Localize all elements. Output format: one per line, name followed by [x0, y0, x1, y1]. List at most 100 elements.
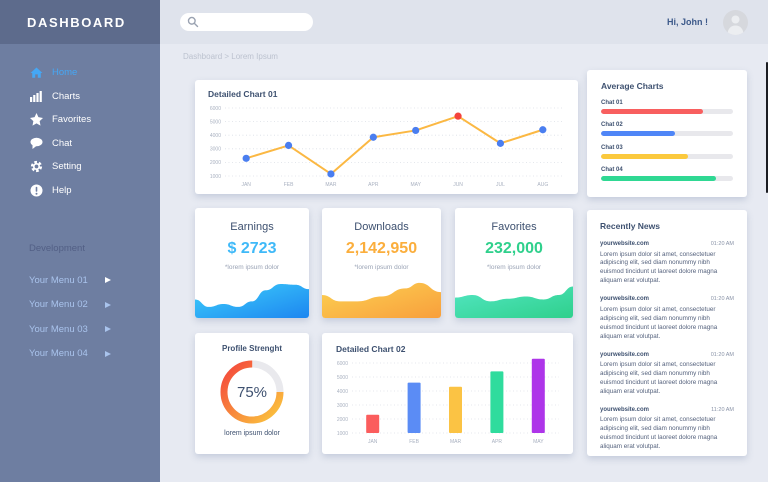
submenu-item-label: Your Menu 03	[29, 324, 88, 335]
stat-title: Earnings	[195, 221, 309, 233]
detailed-chart-01-card: Detailed Chart 01 1000200030004000500060…	[195, 80, 578, 194]
svg-text:6000: 6000	[210, 106, 221, 112]
detailed-chart-02: 100020003000400050006000JANFEBMARAPRMAY	[328, 357, 567, 447]
sidebar-item-your-menu-03[interactable]: Your Menu 03	[0, 317, 160, 342]
sidebar-item-label: Help	[52, 185, 72, 196]
progress-row: Chat 04	[601, 167, 733, 181]
svg-text:4000: 4000	[337, 389, 348, 395]
progress-track	[601, 131, 733, 136]
progress-label: Chat 02	[601, 122, 733, 128]
stat-title: Downloads	[322, 221, 441, 233]
news-body: Lorem ipsum dolor sit amet, consectetuer…	[600, 306, 734, 342]
chevron-right-icon	[105, 277, 111, 283]
progress-fill	[601, 109, 703, 114]
stat-caption: *lorem ipsum dolor	[322, 264, 441, 271]
svg-text:JUL: JUL	[496, 182, 505, 188]
average-charts-card: Average Charts Chat 01 Chat 02 Chat 03 C…	[587, 70, 747, 197]
news-source: yourwebsite.com	[600, 407, 649, 413]
avatar[interactable]	[723, 10, 748, 35]
sidebar-item-charts[interactable]: Charts	[0, 85, 160, 109]
svg-text:FEB: FEB	[284, 182, 294, 188]
chevron-right-icon	[105, 351, 111, 357]
stat-title: Favorites	[455, 221, 573, 233]
stat-value: $ 2723	[195, 240, 309, 258]
sidebar-item-setting[interactable]: Setting	[0, 155, 160, 179]
svg-text:MAR: MAR	[325, 182, 337, 188]
news-item[interactable]: yourwebsite.com 01:20 AM Lorem ipsum dol…	[600, 241, 734, 286]
news-item[interactable]: yourwebsite.com 01:20 AM Lorem ipsum dol…	[600, 352, 734, 397]
svg-text:6000: 6000	[337, 361, 348, 367]
sidebar-item-favorites[interactable]: Favorites	[0, 108, 160, 132]
progress-fill	[601, 131, 675, 136]
svg-text:2000: 2000	[210, 160, 221, 166]
favorites-sparkline	[455, 281, 573, 318]
chevron-right-icon	[105, 326, 111, 332]
progress-label: Chat 01	[601, 100, 733, 106]
svg-text:JAN: JAN	[368, 439, 378, 445]
svg-text:AUG: AUG	[537, 182, 548, 188]
app-title: DASHBOARD	[27, 15, 126, 30]
star-icon	[29, 113, 43, 127]
sidebar: DASHBOARD Home Charts Favorites	[0, 0, 160, 482]
svg-text:MAY: MAY	[410, 182, 421, 188]
downloads-sparkline	[322, 281, 441, 318]
gear-icon	[29, 160, 43, 174]
sidebar-nav: Home Charts Favorites Chat	[0, 61, 160, 202]
sidebar-item-chat[interactable]: Chat	[0, 132, 160, 156]
stat-caption: *lorem ipsum dolor	[455, 264, 573, 271]
news-time: 01:20 AM	[711, 352, 734, 358]
donut-value: 75%	[220, 360, 284, 424]
svg-text:APR: APR	[368, 182, 379, 188]
chart-title: Detailed Chart 02	[336, 344, 405, 354]
help-icon	[29, 183, 43, 197]
svg-text:1000: 1000	[210, 174, 221, 180]
sidebar-item-home[interactable]: Home	[0, 61, 160, 85]
progress-fill	[601, 154, 688, 159]
sidebar-item-label: Charts	[52, 91, 80, 102]
chevron-right-icon	[105, 302, 111, 308]
chat-bubble-icon	[29, 136, 43, 150]
sidebar-item-your-menu-02[interactable]: Your Menu 02	[0, 293, 160, 318]
sidebar-section-label: Development	[0, 243, 160, 254]
sidebar-submenu: Your Menu 01 Your Menu 02 Your Menu 03 Y…	[0, 268, 160, 366]
submenu-item-label: Your Menu 02	[29, 299, 88, 310]
search-input[interactable]	[199, 18, 299, 27]
progress-track	[601, 109, 733, 114]
news-item[interactable]: yourwebsite.com 01:20 AM Lorem ipsum dol…	[600, 296, 734, 341]
sidebar-item-your-menu-04[interactable]: Your Menu 04	[0, 342, 160, 367]
svg-text:3000: 3000	[210, 147, 221, 153]
progress-label: Chat 03	[601, 145, 733, 151]
stat-value: 2,142,950	[322, 240, 441, 258]
topbar: Hi, John !	[160, 0, 768, 44]
panel-title: Average Charts	[601, 81, 733, 91]
news-time: 01:20 AM	[711, 241, 734, 247]
sidebar-item-help[interactable]: Help	[0, 179, 160, 203]
favorites-card: Favorites 232,000 *lorem ipsum dolor	[455, 208, 573, 318]
sidebar-item-your-menu-01[interactable]: Your Menu 01	[0, 268, 160, 293]
search-bar[interactable]	[180, 13, 313, 31]
user-greeting: Hi, John !	[667, 0, 708, 44]
svg-text:JAN: JAN	[241, 182, 251, 188]
progress-fill	[601, 176, 716, 181]
submenu-item-label: Your Menu 04	[29, 348, 88, 359]
sidebar-item-label: Home	[52, 67, 77, 78]
stat-caption: *lorem ipsum dolor	[195, 264, 309, 271]
submenu-item-label: Your Menu 01	[29, 275, 88, 286]
progress-track	[601, 154, 733, 159]
svg-text:5000: 5000	[337, 375, 348, 381]
svg-text:1000: 1000	[337, 431, 348, 437]
sidebar-item-label: Favorites	[52, 114, 91, 125]
bar-chart-icon	[29, 89, 43, 103]
svg-text:MAY: MAY	[533, 439, 544, 445]
progress-row: Chat 02	[601, 122, 733, 136]
panel-title: Profile Strenght	[195, 344, 309, 353]
news-item[interactable]: yourwebsite.com 11:20 AM Lorem ipsum dol…	[600, 407, 734, 452]
donut-caption: lorem ipsum dolor	[195, 430, 309, 437]
profile-strength-card: Profile Strenght 75% lorem ipsum dolor	[195, 333, 309, 454]
home-icon	[29, 66, 43, 80]
progress-row: Chat 01	[601, 100, 733, 114]
svg-text:JUN: JUN	[453, 182, 463, 188]
news-body: Lorem ipsum dolor sit amet, consectetuer…	[600, 361, 734, 397]
detailed-chart-02-card: Detailed Chart 02 1000200030004000500060…	[322, 333, 573, 454]
news-source: yourwebsite.com	[600, 352, 649, 358]
